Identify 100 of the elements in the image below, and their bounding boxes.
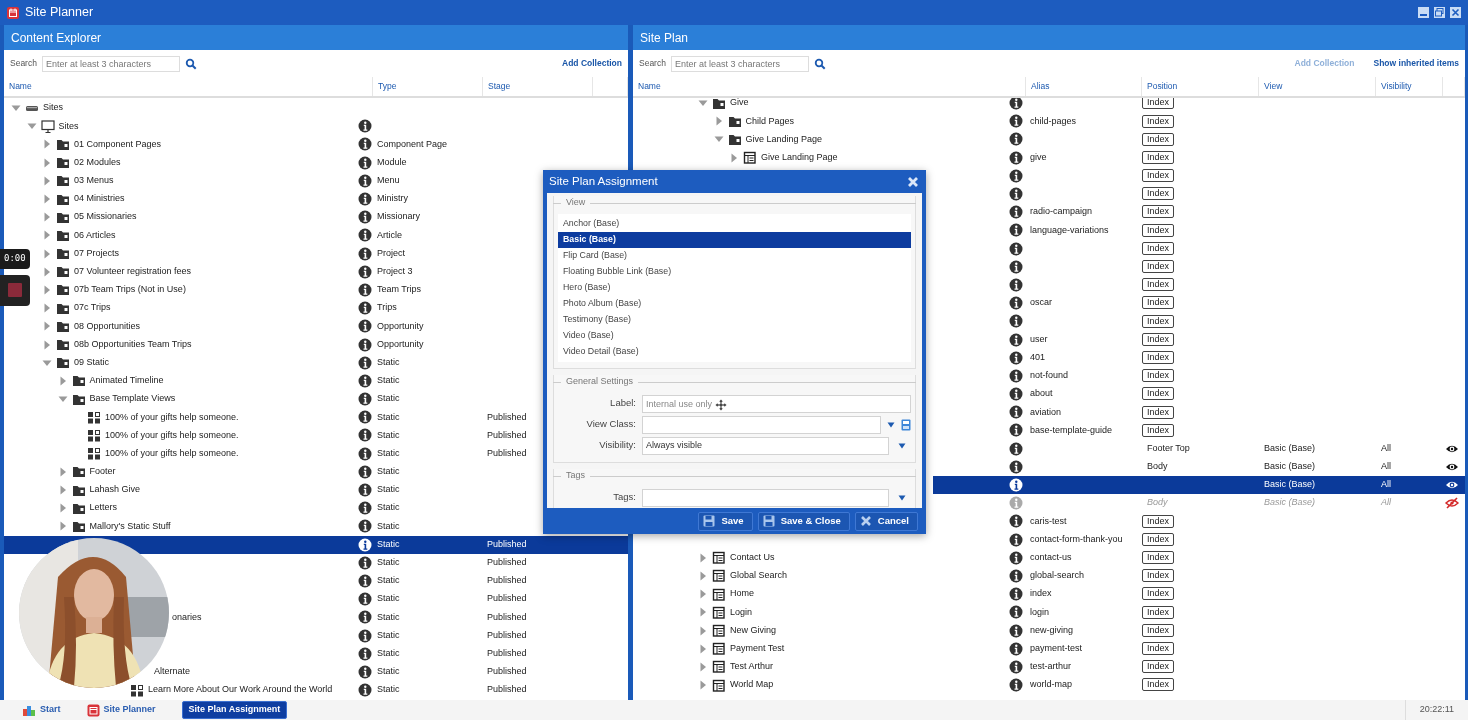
tree-row[interactable]: caris-test Index [933, 512, 1465, 531]
info-icon[interactable] [358, 301, 372, 316]
dialog-button[interactable]: Save & Close [757, 511, 850, 531]
taskbar-button[interactable]: Site Planner [76, 701, 166, 719]
position-tag[interactable]: Index [1142, 98, 1175, 110]
tree-row[interactable]: Footer Static [33, 462, 540, 481]
column-header[interactable]: Stage [488, 80, 511, 93]
view-option[interactable]: Video (Base) [558, 328, 911, 344]
info-icon[interactable] [1008, 478, 1023, 493]
info-icon[interactable] [358, 646, 372, 661]
info-icon[interactable] [358, 373, 372, 388]
tree-row[interactable]: Animated Timeline Static [33, 371, 540, 390]
info-icon[interactable] [1008, 223, 1023, 238]
info-icon[interactable] [1008, 623, 1023, 638]
tree-row[interactable]: Learn More About Our Work Around the World Static Published [130, 681, 540, 700]
show-inherited-link[interactable]: Show inherited items [1373, 57, 1459, 70]
position-tag[interactable]: Index [1142, 187, 1175, 201]
search-field[interactable]: Enter at least 3 characters [670, 55, 809, 72]
info-icon[interactable] [1008, 296, 1023, 311]
info-icon[interactable] [358, 573, 372, 588]
view-list[interactable]: Anchor (Base) Basic (Base) Flip Card (Base) Floating Bubble Link (Base) Hero (Base) Photo Album (Base) Testimony (Base) Video (Base) Video Detail (Base) [558, 214, 911, 362]
restore-icon[interactable] [1433, 6, 1446, 19]
add-collection-link[interactable]: Add Collection [562, 57, 622, 70]
info-icon[interactable] [1008, 405, 1023, 420]
tree-row[interactable]: not-found Index [933, 366, 1465, 385]
tree-row[interactable]: Static Published [169, 571, 540, 591]
info-icon[interactable] [1008, 368, 1023, 383]
dialog-button[interactable]: Cancel [854, 511, 918, 531]
position-tag[interactable]: Index [1142, 551, 1175, 565]
info-icon[interactable] [358, 319, 372, 334]
input-field[interactable] [642, 415, 881, 434]
tree-row[interactable]: language-variations Index [933, 221, 1465, 240]
tree-row[interactable]: Index [933, 312, 1465, 331]
tree-row[interactable]: Index [933, 275, 1465, 295]
info-icon[interactable] [358, 155, 372, 170]
info-icon[interactable] [1008, 659, 1023, 674]
dropdown-caret-icon[interactable] [887, 421, 895, 428]
position-tag[interactable]: Index [1142, 423, 1175, 437]
column-header[interactable]: Alias [1031, 80, 1050, 93]
tree-row[interactable]: Give Index [633, 98, 1465, 113]
position-tag[interactable]: Index [1142, 569, 1175, 583]
tree-row[interactable]: 04 Ministries Ministry [33, 189, 540, 209]
info-icon[interactable] [1008, 587, 1023, 602]
view-option[interactable]: Flip Card (Base) [558, 248, 911, 264]
tree-row[interactable]: Static Published [166, 644, 540, 663]
info-icon[interactable] [358, 264, 372, 279]
tree-row[interactable]: Sites [10, 99, 540, 118]
info-icon[interactable] [358, 228, 372, 243]
tree-row[interactable]: Letters Static [33, 499, 540, 518]
position-tag[interactable]: Index [1142, 223, 1175, 237]
info-icon[interactable] [1008, 314, 1023, 329]
info-icon[interactable] [1008, 532, 1023, 547]
info-icon[interactable] [1008, 114, 1023, 129]
input-field[interactable]: Internal use only [642, 394, 911, 413]
info-icon[interactable] [1008, 241, 1023, 256]
eye-icon[interactable] [1445, 461, 1459, 472]
tree-row[interactable]: Contact Us contact-us Index [633, 548, 1465, 567]
tree-row[interactable]: World Map world-map Index [633, 676, 1465, 695]
info-icon[interactable] [1008, 641, 1023, 656]
info-icon[interactable] [1008, 132, 1023, 147]
position-tag[interactable]: Index [1142, 314, 1175, 328]
stop-recording-button[interactable] [0, 274, 30, 306]
info-icon[interactable] [358, 446, 372, 461]
info-icon[interactable] [1008, 550, 1023, 565]
position-tag[interactable]: Index [1142, 150, 1175, 164]
tree-row[interactable]: Child Pages child-pages Index [633, 112, 1465, 131]
info-icon[interactable] [1008, 277, 1023, 292]
tree-row[interactable]: Home index Index [633, 585, 1465, 604]
info-icon[interactable] [1008, 187, 1023, 202]
position-tag[interactable]: Index [1142, 387, 1175, 401]
save-icon[interactable] [901, 418, 911, 431]
info-icon[interactable] [1008, 350, 1023, 365]
tree-row[interactable]: Body Basic (Base) All [933, 457, 1465, 476]
info-icon[interactable] [358, 519, 372, 534]
info-icon[interactable] [1008, 98, 1023, 111]
tree-row[interactable]: New Giving new-giving Index [633, 621, 1465, 640]
info-icon[interactable] [358, 683, 372, 698]
column-header[interactable]: View [1264, 80, 1283, 93]
info-icon[interactable] [1008, 678, 1023, 693]
position-tag[interactable]: Index [1142, 623, 1175, 637]
info-icon[interactable] [1008, 332, 1023, 347]
info-icon[interactable] [358, 592, 372, 607]
view-option[interactable]: Hero (Base) [558, 280, 911, 296]
view-option[interactable]: Anchor (Base) [558, 216, 911, 232]
tree-row[interactable]: 100% of your gifts help someone. Static Published [33, 444, 540, 463]
info-icon[interactable] [358, 428, 372, 443]
tree-row[interactable]: 100% of your gifts help someone. Static Published [33, 408, 540, 427]
info-icon[interactable] [1008, 605, 1023, 620]
info-icon[interactable] [358, 537, 372, 552]
tree-row[interactable]: 08 Opportunities Opportunity [33, 317, 540, 336]
position-tag[interactable]: Index [1142, 587, 1175, 601]
position-tag[interactable]: Index [1142, 369, 1175, 383]
tree-row[interactable]: 05 Missionaries Missionary [33, 208, 540, 227]
tree-row[interactable]: Static Published [160, 553, 540, 572]
search-icon[interactable] [184, 57, 197, 70]
position-tag[interactable]: Index [1142, 114, 1175, 128]
info-icon[interactable] [1008, 150, 1023, 165]
dialog-button[interactable]: Save [698, 511, 753, 531]
info-icon[interactable] [1008, 459, 1023, 474]
tree-row[interactable]: 401 Index [933, 348, 1465, 367]
